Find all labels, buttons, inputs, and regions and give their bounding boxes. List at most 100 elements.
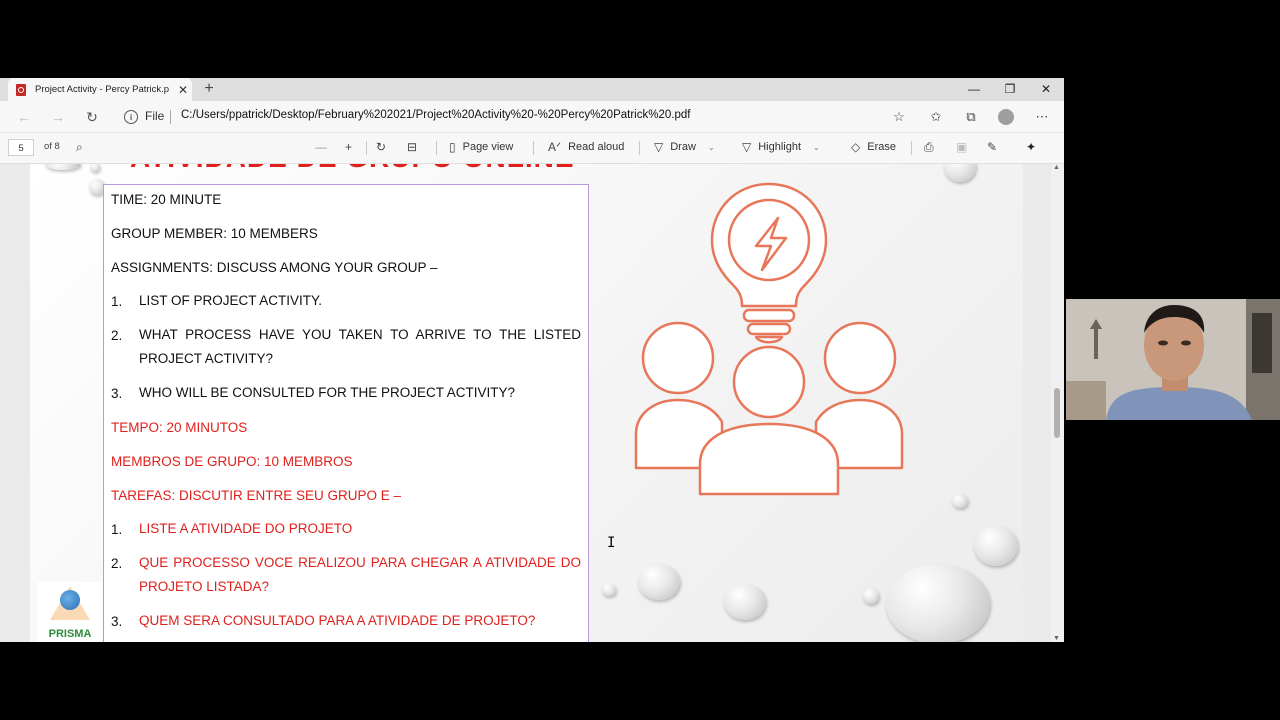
water-drop — [90, 164, 100, 172]
person-head-left — [641, 321, 715, 395]
save-icon[interactable]: ▣ — [956, 140, 974, 154]
title-bar: Project Activity - Percy Patrick.p ✕ + —… — [0, 78, 1064, 101]
restore-button[interactable]: ❐ — [992, 78, 1028, 101]
toolbar-separator — [911, 141, 912, 155]
refresh-icon[interactable]: ↻ — [82, 107, 102, 127]
list-number: 3. — [111, 386, 123, 401]
person-head-right — [823, 321, 897, 395]
browser-tab[interactable]: Project Activity - Percy Patrick.p ✕ — [8, 78, 192, 101]
pdf-file-icon — [16, 83, 26, 96]
page-heading: ATIVIDADE DE GRUPO ONLINE — [130, 164, 575, 174]
address-bar: ← → ↻ i File C:/Users/ppatrick/Desktop/F… — [0, 101, 1064, 133]
water-drop — [944, 164, 976, 182]
minimize-button[interactable]: — — [956, 78, 992, 101]
toolbar-separator — [436, 141, 437, 155]
toolbar-separator — [533, 141, 534, 155]
highlight-label: Highlight — [758, 141, 802, 153]
erase-label: Erase — [867, 141, 896, 153]
water-drop — [886, 564, 990, 642]
list-item: QUEM SERA CONSULTADO PARA A ATIVIDADE DE… — [139, 613, 536, 628]
page-view-label: Page view — [462, 141, 514, 153]
favorites-icon[interactable]: ✩ — [925, 107, 947, 127]
person-head-center — [732, 345, 806, 419]
page-count: of 8 — [44, 141, 60, 152]
rotate-icon[interactable]: ↻ — [376, 140, 393, 154]
chevron-down-icon[interactable]: ⌄ — [708, 143, 715, 152]
profile-avatar[interactable] — [998, 109, 1014, 125]
water-drop — [952, 494, 968, 508]
list-number: 1. — [111, 294, 123, 309]
webcam-video — [1066, 299, 1280, 420]
find-search-icon[interactable]: ⌕ — [76, 140, 90, 155]
list-item: QUE PROCESSO VOCE REALIZOU PARA CHEGAR A… — [139, 555, 581, 594]
water-drop — [638, 564, 680, 600]
draw-icon: ▽ — [654, 140, 664, 154]
activity-text-box: TIME: 20 MINUTE GROUP MEMBER: 10 MEMBERS… — [103, 184, 589, 642]
scrollbar-thumb[interactable] — [1054, 388, 1060, 438]
new-tab-button[interactable]: + — [200, 79, 218, 99]
close-window-button[interactable]: ✕ — [1028, 78, 1064, 101]
water-drop — [602, 584, 616, 596]
tarefas-text: TAREFAS: DISCUTIR ENTRE SEU GRUPO E – — [111, 488, 402, 503]
file-label: File — [145, 109, 165, 123]
highlight-icon: ▽ — [742, 140, 752, 154]
vertical-scrollbar[interactable]: ▲ ▼ — [1051, 164, 1064, 642]
fit-page-icon[interactable]: ⊟ — [407, 140, 424, 154]
tab-title: Project Activity - Percy Patrick.p — [35, 84, 170, 95]
pdf-viewport: ATIVIDADE DE GRUPO ONLINE TIME: 20 MINUT… — [0, 164, 1064, 642]
page-view-button[interactable]: ▯ Page view — [449, 140, 513, 154]
read-aloud-icon: Aᐟ — [548, 140, 562, 154]
erase-button[interactable]: ◇ Erase — [851, 140, 896, 154]
save-as-icon[interactable]: ✎ — [987, 140, 1004, 154]
group-member-text: GROUP MEMBER: 10 MEMBERS — [111, 226, 318, 241]
address-separator — [170, 110, 171, 124]
tempo-text: TEMPO: 20 MINUTOS — [111, 420, 248, 435]
list-number: 2. — [111, 556, 123, 571]
water-drop — [974, 526, 1018, 566]
info-icon[interactable]: i — [124, 110, 138, 124]
more-options-icon[interactable]: ⋯ — [1031, 107, 1053, 127]
chevron-down-icon[interactable]: ⌄ — [813, 143, 820, 152]
page-view-icon: ▯ — [449, 140, 456, 154]
read-aloud-button[interactable]: Aᐟ Read aloud — [548, 140, 624, 154]
collections-icon[interactable]: ⧉ — [960, 107, 982, 127]
toolbar-separator — [366, 141, 367, 155]
list-item: WHO WILL BE CONSULTED FOR THE PROJECT AC… — [139, 385, 516, 400]
highlight-button[interactable]: ▽ Highlight ⌄ — [742, 140, 820, 154]
pdf-toolbar: 5 of 8 ⌕ — + ↻ ⊟ ▯ Page view Aᐟ Read aloud… — [0, 133, 1064, 164]
water-drop — [863, 588, 879, 604]
text-cursor-icon: I — [607, 535, 616, 551]
eraser-icon: ◇ — [851, 140, 861, 154]
list-number: 2. — [111, 328, 123, 343]
time-text: TIME: 20 MINUTE — [111, 192, 222, 207]
team-idea-illustration — [634, 182, 904, 496]
water-drop — [45, 164, 81, 170]
list-number: 3. — [111, 614, 123, 629]
page-number-input[interactable]: 5 — [8, 139, 34, 156]
toolbar-separator — [639, 141, 640, 155]
pin-toolbar-icon[interactable]: ✦ — [1026, 140, 1043, 154]
back-arrow-icon[interactable]: ← — [14, 107, 34, 127]
draw-button[interactable]: ▽ Draw ⌄ — [654, 140, 715, 154]
assignments-text: ASSIGNMENTS: DISCUSS AMONG YOUR GROUP – — [111, 260, 438, 275]
add-favorite-icon[interactable]: ☆ — [888, 107, 910, 127]
forward-arrow-icon[interactable]: → — [48, 107, 68, 127]
pdf-page: ATIVIDADE DE GRUPO ONLINE TIME: 20 MINUT… — [30, 164, 1023, 642]
zoom-out-icon[interactable]: — — [315, 140, 334, 154]
presenter-video-frame — [1066, 299, 1280, 420]
scroll-down-icon[interactable]: ▼ — [1053, 635, 1060, 642]
prisma-logo: PRISMA — [38, 582, 102, 642]
person-body-center — [698, 422, 840, 496]
globe-icon — [60, 590, 80, 610]
tab-close-icon[interactable]: ✕ — [174, 83, 192, 97]
water-drop — [724, 584, 766, 620]
list-item: WHAT PROCESS HAVE YOU TAKEN TO ARRIVE TO… — [139, 327, 581, 366]
list-number: 1. — [111, 522, 123, 537]
url-field[interactable]: C:/Users/ppatrick/Desktop/February%20202… — [181, 109, 690, 121]
zoom-in-icon[interactable]: + — [345, 140, 359, 154]
print-icon[interactable]: ⎙ — [924, 140, 941, 155]
draw-label: Draw — [670, 141, 696, 153]
scroll-up-icon[interactable]: ▲ — [1053, 164, 1060, 171]
list-item: LISTE A ATIVIDADE DO PROJETO — [139, 521, 353, 536]
logo-text: PRISMA — [48, 628, 92, 640]
